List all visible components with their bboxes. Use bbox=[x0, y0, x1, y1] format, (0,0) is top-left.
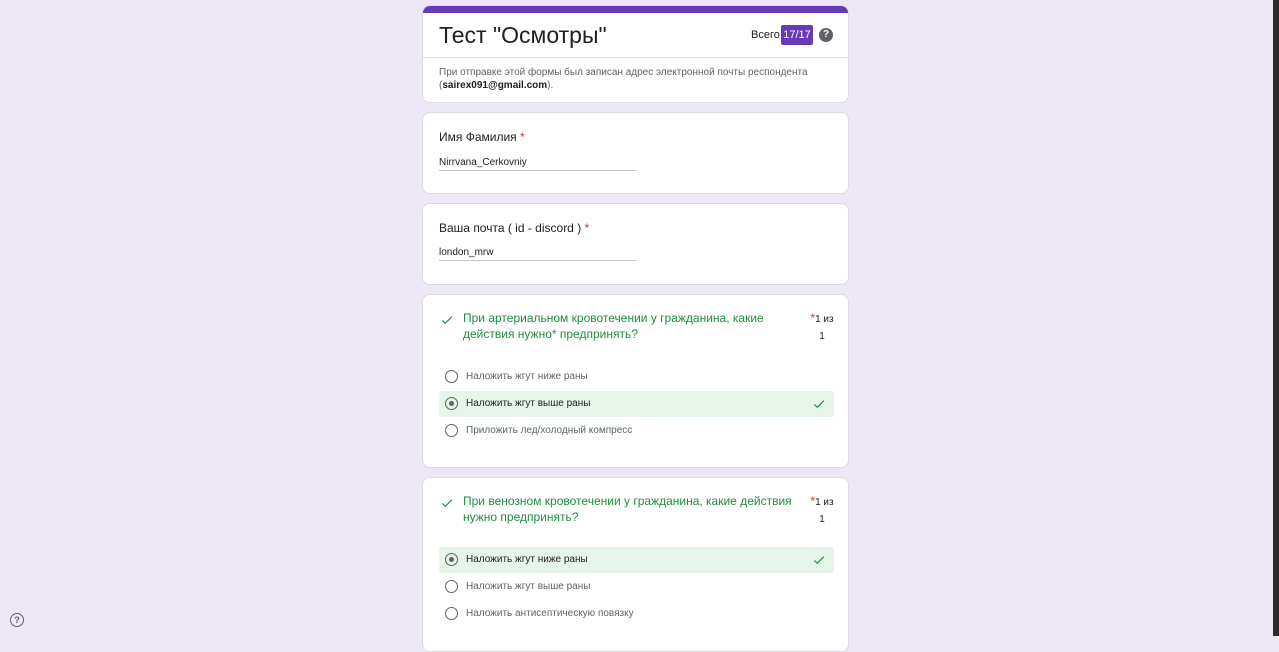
help-float-icon[interactable]: ? bbox=[10, 613, 24, 627]
score-label: Всего bbox=[751, 29, 780, 41]
score-badge: 17/17 bbox=[781, 25, 813, 45]
option-item: Приложить лед/холодный компресс bbox=[439, 418, 834, 444]
name-field-card: Имя Фамилия * Nirrvana_Cerkovniy bbox=[422, 112, 849, 194]
form-title: Тест "Осмотры" bbox=[439, 22, 607, 48]
form-header-card: Тест "Осмотры" Всего 17/17 ? При отправк… bbox=[422, 5, 849, 103]
radio-button bbox=[445, 580, 458, 593]
question-title: При венозном кровотечении у гражданина, … bbox=[463, 494, 792, 524]
option-item: Наложить антисептическую повязку bbox=[439, 601, 834, 627]
check-icon bbox=[441, 316, 453, 325]
email-note: При отправке этой формы был записан адре… bbox=[439, 67, 808, 91]
question-title: При артериальном кровотечении у граждани… bbox=[463, 311, 764, 341]
question-card-2: При венозном кровотечении у гражданина, … bbox=[422, 477, 849, 652]
option-label: Наложить жгут выше раны bbox=[466, 398, 591, 409]
radio-button-selected bbox=[445, 397, 458, 410]
radio-button-selected bbox=[445, 553, 458, 566]
discord-field-value: london_mrw bbox=[439, 247, 636, 261]
option-label: Наложить жгут выше раны bbox=[466, 581, 591, 592]
respondent-email: sairex091@gmail.com bbox=[442, 80, 548, 91]
name-field-value: Nirrvana_Cerkovniy bbox=[439, 157, 636, 171]
question-points: *1 из 1 bbox=[810, 311, 834, 342]
name-field-label: Имя Фамилия * bbox=[439, 130, 525, 144]
option-item: Наложить жгут ниже раны bbox=[439, 364, 834, 390]
option-label: Наложить антисептическую повязку bbox=[466, 608, 634, 619]
question-points: *1 из 1 bbox=[810, 494, 834, 525]
option-label: Наложить жгут ниже раны bbox=[466, 554, 588, 565]
radio-button bbox=[445, 370, 458, 383]
option-item-correct: Наложить жгут выше раны bbox=[439, 391, 834, 417]
option-item-correct: Наложить жгут ниже раны bbox=[439, 547, 834, 573]
check-icon bbox=[813, 556, 825, 565]
radio-button bbox=[445, 607, 458, 620]
discord-field-label: Ваша почта ( id - discord ) * bbox=[439, 221, 590, 235]
page-scrollbar[interactable] bbox=[1273, 0, 1279, 636]
header-divider bbox=[423, 57, 848, 58]
check-icon bbox=[813, 400, 825, 409]
discord-field-card: Ваша почта ( id - discord ) * london_mrw bbox=[422, 203, 849, 285]
radio-button bbox=[445, 424, 458, 437]
option-item: Наложить жгут выше раны bbox=[439, 574, 834, 600]
check-icon bbox=[441, 499, 453, 508]
option-label: Наложить жгут ниже раны bbox=[466, 371, 588, 382]
help-circle-icon[interactable]: ? bbox=[819, 28, 833, 42]
header-accent-bar bbox=[423, 6, 848, 13]
question-card-1: При артериальном кровотечении у граждани… bbox=[422, 294, 849, 468]
option-label: Приложить лед/холодный компресс bbox=[466, 425, 633, 436]
